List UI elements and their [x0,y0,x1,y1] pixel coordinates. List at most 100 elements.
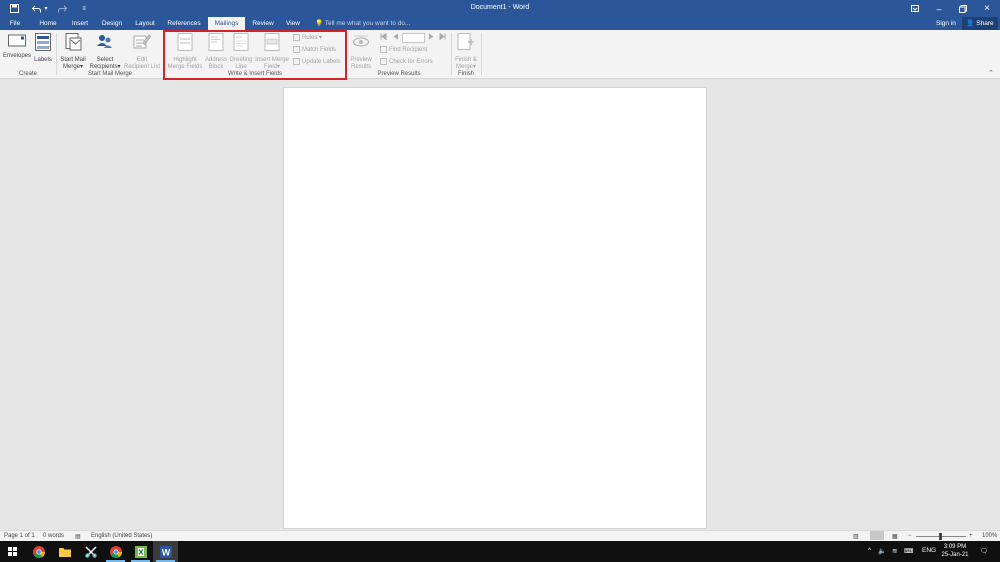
select-recipients-button[interactable]: Select Recipients▾ [88,33,122,72]
zoom-out-icon[interactable]: − [908,533,912,539]
group-finish-label: Finish [457,71,474,77]
check-errors-button[interactable]: Check for Errors [380,57,433,67]
lightbulb-icon: 💡 [315,20,324,27]
minimize-icon[interactable]: – [932,2,946,15]
tell-me-placeholder: Tell me what you want to do... [324,20,411,27]
start-mail-merge-label-1: Start Mail [60,56,86,63]
zoom-level[interactable]: 100% [982,533,997,539]
group-separator [451,33,452,75]
preview-results-icon [348,33,374,55]
edit-recipient-list-button[interactable]: Edit Recipient List [122,33,162,72]
ribbon-tabs: File Home Insert Design Layout Reference… [0,17,1000,30]
labels-icon [33,33,53,55]
tab-review[interactable]: Review [249,17,277,30]
record-number-input[interactable] [402,33,425,43]
tab-home[interactable]: Home [34,17,62,30]
proofing-icon[interactable]: ▤ [75,533,81,540]
group-create-label: Create [18,71,37,77]
show-hidden-icons-icon[interactable]: ^ [868,547,871,554]
title-bar: ▾ ≡ Document1 - Word – × [0,0,1000,17]
finish-merge-label-1: Finish & [455,56,477,63]
sign-in-link[interactable]: Sign in [936,17,956,30]
find-recipient-button[interactable]: Find Recipient [380,45,427,55]
find-recipient-icon [380,45,387,53]
finish-merge-icon [453,33,479,55]
first-record-icon[interactable] [380,32,388,43]
start-mail-merge-label-2: Merge [62,64,80,70]
group-separator [481,33,482,75]
tab-file[interactable]: File [4,17,26,30]
ribbon-mailings: Envelopes Labels Create Start Mail Merge… [0,30,1000,79]
start-mail-merge-button[interactable]: Start Mail Merge▾ [58,33,88,72]
clock-date: 25-Jan-21 [941,552,969,558]
check-errors-icon [380,57,387,65]
highlight-annotation-box [163,30,347,80]
next-record-icon[interactable] [428,33,436,43]
edit-list-icon [122,33,162,55]
chrome-icon[interactable] [26,541,51,562]
chrome-running-icon[interactable] [103,541,128,562]
envelopes-button[interactable]: Envelopes [2,33,32,60]
word-count[interactable]: 0 words [43,533,64,539]
clock-time: 3:09 PM [943,544,967,550]
close-icon[interactable]: × [980,2,994,15]
previous-record-icon[interactable] [392,33,400,43]
dropdown-arrow-icon: ▾ [117,64,121,70]
tab-references[interactable]: References [164,17,204,30]
edit-recipient-label-1: Edit [136,56,148,63]
preview-results-label-1: Preview [350,56,372,63]
preview-results-button[interactable]: Preview Results [348,33,374,72]
envelopes-label: Envelopes [2,52,32,59]
tab-layout[interactable]: Layout [131,17,159,30]
read-mode-icon[interactable]: ▥ [853,533,859,540]
last-record-icon[interactable] [439,32,447,43]
zoom-slider-thumb[interactable] [939,533,942,540]
find-recipient-label: Find Recipient [389,47,428,53]
wifi-icon[interactable]: ≋ [892,547,897,555]
snipping-tool-icon[interactable] [78,541,103,562]
group-start-mail-merge-label: Start Mail Merge [87,71,132,77]
select-recipients-label-1: Select [96,56,114,63]
file-explorer-icon[interactable] [52,541,77,562]
dropdown-arrow-icon: ▾ [80,64,84,70]
restore-icon[interactable] [956,2,970,15]
share-label: Share [976,20,994,27]
group-preview-label: Preview Results [377,71,421,77]
share-button[interactable]: 👤 Share [962,17,998,30]
envelope-icon [2,33,32,51]
windows-taskbar: W ^ 🔈 ≋ ⌨ ENG 3:09 PM 25-Jan-21 🗨 [0,541,1000,562]
tab-mailings[interactable]: Mailings [208,17,245,30]
web-layout-icon[interactable]: ▦ [892,533,898,540]
notifications-icon[interactable]: 🗨 [980,547,988,555]
select-recipients-label-2: Recipients [89,64,118,70]
tab-view[interactable]: View [281,17,305,30]
language-tray[interactable]: ENG [922,547,936,554]
excel-icon[interactable] [128,541,153,562]
zoom-in-icon[interactable]: + [969,533,973,539]
finish-merge-button[interactable]: Finish & Merge▾ [453,33,479,72]
print-layout-icon[interactable] [870,531,884,540]
tab-insert[interactable]: Insert [66,17,94,30]
language-indicator[interactable]: English (United States) [91,533,152,539]
system-clock[interactable]: 3:09 PM 25-Jan-21 [938,543,972,559]
status-bar: Page 1 of 1 0 words ▤ English (United St… [0,530,1000,541]
check-errors-label: Check for Errors [389,59,433,65]
dropdown-arrow-icon: ▾ [473,64,477,70]
ribbon-display-options-icon[interactable] [908,2,922,15]
word-icon[interactable]: W [153,541,178,562]
tell-me-search[interactable]: 💡 Tell me what you want to do... [315,17,410,30]
recipients-icon [88,33,122,55]
document-page[interactable] [283,87,707,529]
labels-button[interactable]: Labels [33,33,53,64]
page-count[interactable]: Page 1 of 1 [4,533,35,539]
collapse-ribbon-icon[interactable]: ⌃ [988,69,994,77]
document-title: Document1 - Word [470,4,530,11]
keyboard-icon[interactable]: ⌨ [904,547,913,555]
svg-text:W: W [161,547,170,557]
tab-design[interactable]: Design [98,17,126,30]
group-separator [56,33,57,75]
person-icon: 👤 [966,20,975,27]
labels-label: Labels [34,56,52,63]
volume-icon[interactable]: 🔈 [878,547,886,555]
windows-start-icon[interactable] [0,541,25,562]
